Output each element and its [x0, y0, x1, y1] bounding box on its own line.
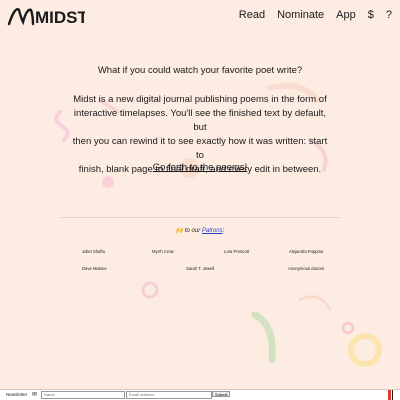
description-line: interactive timelapses. You'll see the f… [73, 108, 327, 133]
cta-wrapper: Go forth to the poems! [0, 162, 400, 173]
newsletter-label: Newsletter [6, 392, 28, 397]
description-line: then you can rewind it to see exactly ho… [72, 136, 328, 161]
thanks-suffix: : [222, 228, 225, 234]
newsletter-name-input[interactable] [41, 391, 125, 399]
patrons-thanks: 🙌 to our Patrons: [0, 227, 400, 234]
midst-logo[interactable]: MIDST [7, 4, 85, 28]
section-divider [60, 217, 340, 218]
nav-donate-link[interactable]: $ [368, 9, 374, 21]
nav-read-link[interactable]: Read [239, 9, 265, 21]
nav-about-link[interactable]: ? [386, 9, 392, 21]
mail-icon: ✉ [32, 392, 38, 398]
newsletter-bar: Newsletter ✉ Submit [0, 389, 400, 400]
decorative-shapes [54, 82, 382, 367]
thanks-prefix: to our [183, 228, 202, 234]
nav-app-link[interactable]: App [336, 9, 356, 21]
patron-name: Juliet Shafto [82, 249, 106, 254]
accent-bar-dark [392, 390, 393, 400]
patron-name: Alejandra Puppino [289, 249, 324, 254]
patron-name: Myrrh Crow [152, 249, 174, 254]
patron-name: Dave Malone [82, 266, 107, 271]
newsletter-submit-button[interactable]: Submit [212, 391, 231, 397]
go-to-poems-link[interactable]: Go forth to the poems! [153, 162, 248, 173]
accent-bar [388, 390, 391, 400]
main-nav: Read Nominate App $ ? [227, 9, 392, 21]
patrons-link[interactable]: Patrons [202, 228, 223, 234]
description-line: Midst is a new digital journal publishin… [73, 94, 327, 105]
newsletter-email-input[interactable] [126, 391, 212, 399]
logo-text: MIDST [35, 8, 85, 27]
intro-question: What if you could watch your favorite po… [97, 65, 303, 76]
patron-name: Lora Prescott [224, 249, 249, 254]
patron-name: Anonymous donors [288, 266, 325, 271]
nav-nominate-link[interactable]: Nominate [277, 9, 324, 21]
patron-name: Sarah T. Jewell [186, 266, 215, 271]
site-header: MIDST Read Nominate App $ ? [0, 0, 400, 34]
